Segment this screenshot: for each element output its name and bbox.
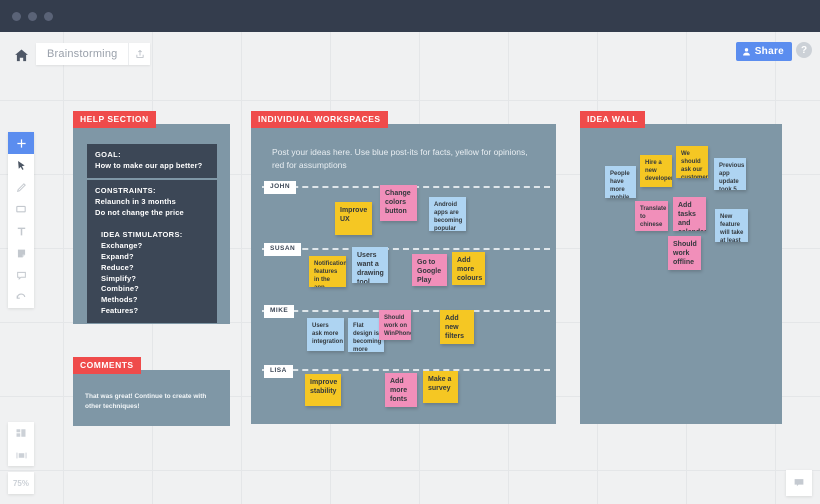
note-lisa-3[interactable]: Make a survey (423, 371, 458, 403)
note-wall-1[interactable]: People have more mobile phones (605, 166, 636, 198)
note-john-2[interactable]: Change colors button (380, 185, 417, 221)
document-name[interactable]: Brainstorming (36, 43, 129, 65)
grid-layout-icon[interactable] (8, 422, 34, 444)
note-wall-4[interactable]: Previous app update took 5 month (714, 158, 746, 190)
whiteboard-app: Brainstorming Share ? 75% HELP SECTION G… (0, 0, 820, 504)
lane-tag-mike[interactable]: MIKE (264, 305, 295, 318)
add-tool[interactable] (8, 132, 34, 154)
zoom-level[interactable]: 75% (8, 472, 34, 494)
frame-idea-wall-label: IDEA WALL (580, 111, 645, 128)
sticky-note-tool[interactable] (8, 242, 34, 264)
card-goal[interactable]: GOAL: How to make our app better? (87, 144, 217, 178)
card-stimulators-line-6: Features? (101, 306, 139, 316)
frame-help-section[interactable]: HELP SECTION GOAL: How to make our app b… (73, 111, 230, 324)
person-icon (742, 47, 751, 56)
note-wall-2[interactable]: Hire a new developer (640, 155, 672, 187)
note-wall-3[interactable]: We should ask our customers! (676, 146, 708, 178)
note-susan-4[interactable]: Add more colours (452, 252, 485, 285)
frame-individual-workspaces[interactable]: INDIVIDUAL WORKSPACES Post your ideas he… (251, 111, 556, 424)
comment-text: That was great! Continue to create with … (85, 393, 207, 410)
card-stimulators-line-5: Methods? (101, 295, 138, 305)
share-button[interactable]: Share (735, 42, 792, 61)
note-lisa-2[interactable]: Add more fonts (385, 373, 417, 407)
note-john-1[interactable]: Improve UX (335, 202, 372, 235)
card-stimulators-line-0: Exchange? (101, 240, 143, 250)
window-close-dot[interactable] (12, 12, 21, 21)
card-stimulators-line-1: Expand? (101, 251, 134, 261)
rectangle-tool[interactable] (8, 198, 34, 220)
note-mike-3[interactable]: Should work on WinPhone (379, 310, 411, 340)
lane-divider-lisa (262, 369, 550, 371)
card-stimulators-line-2: Reduce? (101, 262, 134, 272)
note-wall-8[interactable]: Should work offline (668, 236, 701, 270)
card-stimulators-line-3: Simplify? (101, 273, 137, 283)
board-topbar: Brainstorming Share ? (0, 32, 820, 66)
text-tool[interactable] (8, 220, 34, 242)
card-goal-title: GOAL: (95, 150, 121, 159)
window-titlebar (0, 0, 820, 32)
window-controls[interactable] (12, 12, 53, 21)
frame-help-label: HELP SECTION (73, 111, 156, 128)
frame-workspaces-label: INDIVIDUAL WORKSPACES (251, 111, 388, 128)
note-wall-7[interactable]: New feature will take at least a month (715, 209, 748, 242)
note-susan-2[interactable]: Users want a drawing tool (352, 247, 388, 283)
frame-comments[interactable]: COMMENTS That was great! Continue to cre… (73, 357, 230, 426)
help-badge[interactable]: ? (796, 42, 812, 58)
share-button-label: Share (754, 46, 784, 57)
note-john-3[interactable]: Android apps are becoming popular (429, 197, 466, 231)
lane-tag-john[interactable]: JOHN (264, 181, 297, 194)
card-stimulators-line-4: Combine? (101, 284, 139, 294)
card-stimulators-title: IDEA STIMULATORS: (101, 230, 183, 239)
note-mike-4[interactable]: Add new filters (440, 310, 474, 344)
frame-comments-label: COMMENTS (73, 357, 141, 374)
note-susan-1[interactable]: Notification features in the app (309, 256, 346, 287)
select-tool[interactable] (8, 154, 34, 176)
comment-tool[interactable] (8, 264, 34, 286)
undo-tool[interactable] (8, 286, 34, 308)
note-mike-1[interactable]: Users ask more integration (307, 318, 344, 351)
card-constraints-title: CONSTRAINTS: (95, 186, 156, 195)
lane-divider-susan (262, 248, 550, 250)
card-constraints-line-1: Do not change the price (95, 207, 184, 217)
note-susan-3[interactable]: Go to Google Play (412, 254, 447, 286)
left-toolbar (8, 132, 34, 308)
window-minimize-dot[interactable] (28, 12, 37, 21)
chat-bubble-icon[interactable] (786, 470, 812, 496)
note-wall-5[interactable]: Translate to chinese (635, 201, 668, 231)
note-wall-6[interactable]: Add tasks and calendar (673, 197, 706, 231)
frame-idea-wall[interactable]: IDEA WALL People have more mobile phones… (580, 111, 782, 424)
workspaces-intro: Post your ideas here. Use blue post-its … (272, 147, 528, 171)
card-constraints-line-0: Relaunch in 3 months (95, 196, 176, 206)
document-chip[interactable]: Brainstorming (36, 43, 151, 65)
pencil-tool[interactable] (8, 176, 34, 198)
home-icon[interactable] (10, 44, 32, 66)
lane-tag-lisa[interactable]: LISA (264, 365, 293, 378)
card-goal-line-0: How to make our app better? (95, 160, 203, 170)
card-constraints[interactable]: CONSTRAINTS: Relaunch in 3 months Do not… (87, 180, 217, 225)
viewport-panel (8, 422, 34, 466)
card-idea-stimulators[interactable]: IDEA STIMULATORS: Exchange? Expand? Redu… (87, 224, 217, 323)
note-lisa-1[interactable]: Improve stability (305, 374, 341, 406)
fit-screen-icon[interactable] (8, 444, 34, 466)
window-maximize-dot[interactable] (44, 12, 53, 21)
upload-icon[interactable] (128, 43, 151, 65)
lane-tag-susan[interactable]: SUSAN (264, 243, 302, 256)
